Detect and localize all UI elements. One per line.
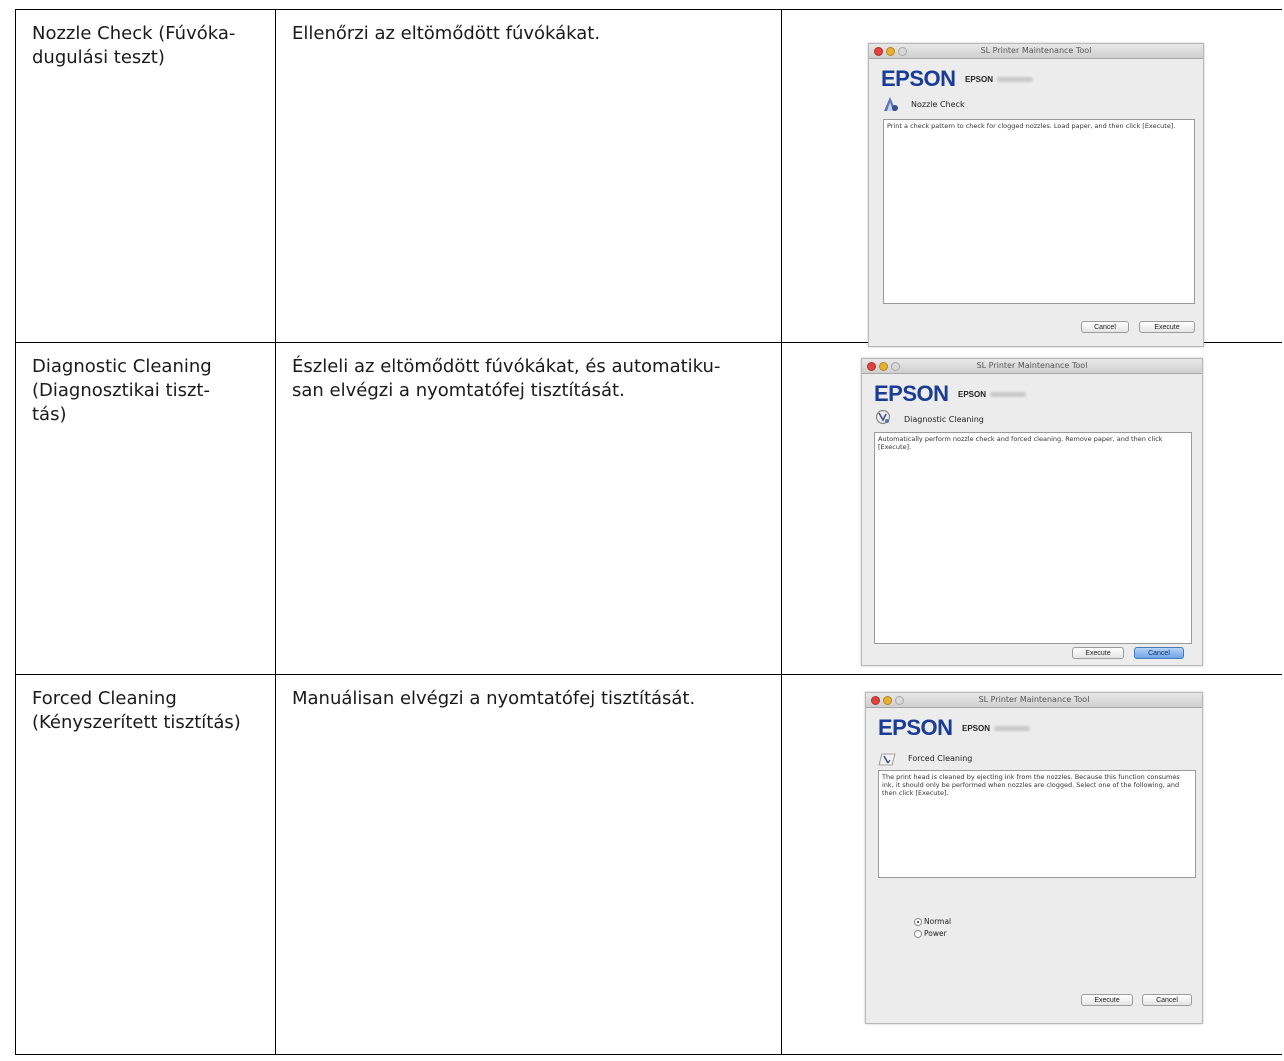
window-title: SL Printer Maintenance Tool (980, 46, 1092, 55)
function-name-line: (Diagnosztikai tiszt- (32, 380, 210, 401)
execute-button[interactable]: Execute (1139, 321, 1195, 333)
function-name-line: Nozzle Check (Fúvóka- (32, 23, 236, 44)
function-name-line: dugulási teszt) (32, 47, 165, 68)
minimize-window-icon[interactable] (879, 362, 888, 371)
window-title: SL Printer Maintenance Tool (978, 695, 1090, 704)
function-name-line: tás) (32, 404, 67, 425)
execute-button[interactable]: Execute (1081, 994, 1133, 1006)
table-row: Forced Cleaning (Kényszerített tisztítás… (15, 674, 1282, 1055)
printer-model-label: EPSON (958, 390, 1027, 399)
zoom-window-icon[interactable] (891, 362, 900, 371)
radio-option-normal[interactable]: Normal (914, 917, 951, 926)
function-name-line: (Kényszerített tisztítás) (32, 712, 241, 733)
cancel-button[interactable]: Cancel (1081, 321, 1129, 333)
screenshot-cell: SL Printer Maintenance Tool EPSON EPSON … (781, 342, 1282, 675)
function-name-cell: Diagnostic Cleaning (Diagnosztikai tiszt… (15, 342, 276, 675)
function-description-cell: Ellenőrzi az eltömődött fúvókákat. (275, 9, 782, 343)
screenshot-cell: SL Printer Maintenance Tool EPSON EPSON … (781, 9, 1282, 347)
window-title: SL Printer Maintenance Tool (976, 361, 1088, 370)
epson-logo: EPSON (881, 66, 956, 91)
function-description-cell: Észleli az eltömődött fúvókákat, és auto… (275, 342, 782, 675)
model-number-redacted (990, 392, 1027, 398)
radio-label: Normal (924, 917, 952, 926)
minimize-window-icon[interactable] (883, 696, 892, 705)
printer-model-text: EPSON (962, 724, 991, 733)
printer-model-text: EPSON (958, 390, 987, 399)
window-titlebar: SL Printer Maintenance Tool (866, 693, 1202, 708)
close-window-icon[interactable] (874, 47, 883, 56)
radio-option-power[interactable]: Power (914, 929, 947, 938)
nozzle-check-icon (884, 97, 898, 111)
screenshot-cell: SL Printer Maintenance Tool EPSON EPSON … (781, 674, 1282, 1055)
window-titlebar: SL Printer Maintenance Tool (862, 359, 1202, 374)
function-description-box: Print a check pattern to check for clogg… (883, 119, 1195, 304)
function-title: Diagnostic Cleaning (904, 415, 984, 424)
diagnostic-cleaning-icon (875, 409, 891, 425)
function-description-line: san elvégzi a nyomtatófej tisztítását. (292, 380, 625, 401)
radio-selected-icon[interactable] (914, 917, 922, 926)
function-name-cell: Forced Cleaning (Kényszerített tisztítás… (15, 674, 276, 1055)
zoom-window-icon[interactable] (895, 696, 904, 705)
function-description-cell: Manuálisan elvégzi a nyomtatófej tisztít… (275, 674, 782, 1055)
zoom-window-icon[interactable] (898, 47, 907, 56)
function-title: Forced Cleaning (908, 754, 973, 763)
cancel-button[interactable]: Cancel (1134, 647, 1184, 659)
maintenance-functions-table: Nozzle Check (Fúvóka- dugulási teszt) El… (15, 9, 1282, 1055)
function-name-line: Diagnostic Cleaning (32, 356, 212, 377)
radio-unselected-icon[interactable] (914, 929, 922, 938)
model-number-redacted (997, 77, 1034, 83)
close-window-icon[interactable] (867, 362, 876, 371)
forced-cleaning-icon (878, 753, 896, 766)
function-description-box: Automatically perform nozzle check and f… (874, 432, 1192, 644)
maintenance-tool-window: SL Printer Maintenance Tool EPSON EPSON … (868, 43, 1204, 347)
table-row: Nozzle Check (Fúvóka- dugulási teszt) El… (15, 9, 1282, 347)
function-description-line: Ellenőrzi az eltömődött fúvókákat. (292, 23, 601, 44)
function-name-line: Forced Cleaning (32, 688, 177, 709)
function-description-box: The print head is cleaned by ejecting in… (878, 770, 1196, 878)
cancel-button[interactable]: Cancel (1142, 994, 1192, 1006)
function-description-line: Észleli az eltömődött fúvókákat, és auto… (292, 356, 721, 377)
window-titlebar: SL Printer Maintenance Tool (869, 44, 1203, 59)
function-title: Nozzle Check (911, 100, 965, 109)
function-name-cell: Nozzle Check (Fúvóka- dugulási teszt) (15, 9, 276, 343)
execute-button[interactable]: Execute (1072, 647, 1124, 659)
maintenance-tool-window: SL Printer Maintenance Tool EPSON EPSON … (861, 358, 1203, 666)
close-window-icon[interactable] (871, 696, 880, 705)
function-description-line: Manuálisan elvégzi a nyomtatófej tisztít… (292, 688, 696, 709)
radio-label: Power (924, 929, 947, 938)
epson-logo: EPSON (874, 381, 949, 406)
printer-model-label: EPSON (965, 75, 1034, 84)
maintenance-tool-window: SL Printer Maintenance Tool EPSON EPSON … (865, 692, 1203, 1024)
printer-model-text: EPSON (965, 75, 994, 84)
model-number-redacted (994, 726, 1031, 732)
printer-model-label: EPSON (962, 724, 1031, 733)
minimize-window-icon[interactable] (886, 47, 895, 56)
epson-logo: EPSON (878, 715, 953, 740)
table-row: Diagnostic Cleaning (Diagnosztikai tiszt… (15, 342, 1282, 675)
